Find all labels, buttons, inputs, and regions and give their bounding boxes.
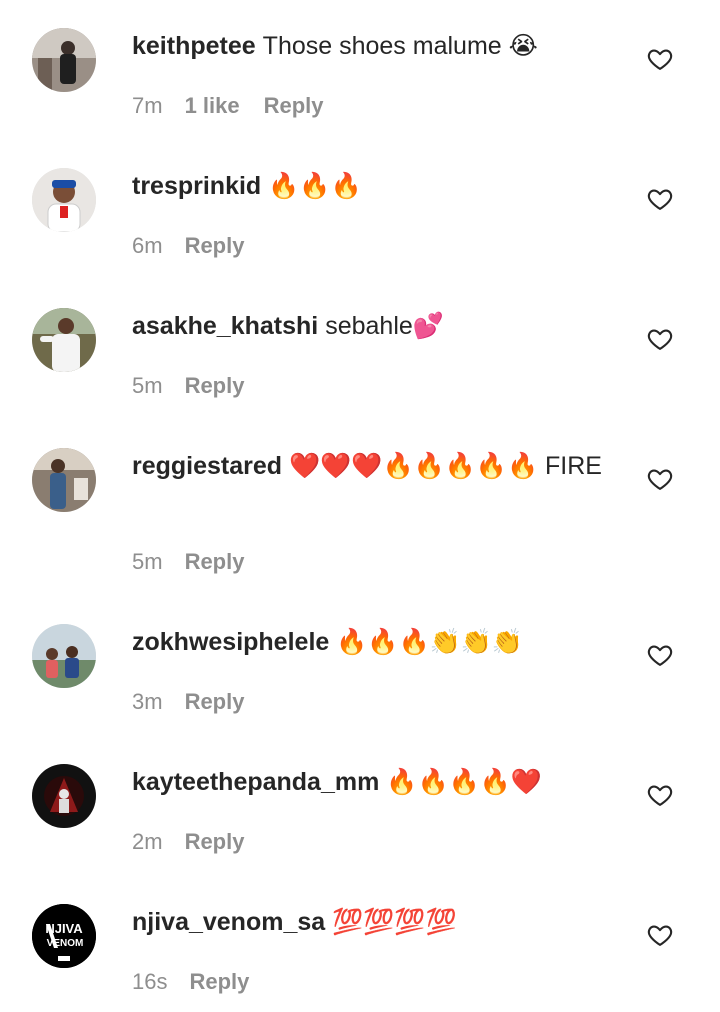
comment-time: 2m bbox=[132, 829, 163, 854]
reply-button[interactable]: Reply bbox=[264, 93, 324, 118]
comment-text: reggiestared ❤️❤️❤️🔥🔥🔥🔥🔥 FIRE bbox=[132, 448, 602, 484]
comment-time: 3m bbox=[132, 689, 163, 714]
comment-body: 🔥🔥🔥🔥❤️ bbox=[386, 768, 542, 796]
comment-text: njiva_venom_sa 💯💯💯💯 bbox=[132, 904, 602, 940]
comment-meta: 5m Reply bbox=[132, 372, 244, 400]
comment-body: sebahle💕 bbox=[325, 312, 444, 340]
avatar[interactable]: NJIVA VENOM bbox=[32, 904, 96, 968]
reply-button[interactable]: Reply bbox=[189, 969, 249, 994]
heart-outline-icon[interactable] bbox=[646, 465, 674, 493]
comment-time: 16s bbox=[132, 969, 168, 994]
reply-button[interactable]: Reply bbox=[185, 233, 245, 258]
reply-button[interactable]: Reply bbox=[185, 829, 245, 854]
reply-button[interactable]: Reply bbox=[185, 689, 245, 714]
comment-username[interactable]: njiva_venom_sa bbox=[132, 908, 325, 936]
heart-outline-icon[interactable] bbox=[646, 641, 674, 669]
avatar[interactable] bbox=[32, 624, 96, 688]
heart-outline-icon[interactable] bbox=[646, 45, 674, 73]
comment-meta: 3m Reply bbox=[132, 688, 244, 716]
comment-username[interactable]: asakhe_khatshi bbox=[132, 312, 318, 340]
reply-button[interactable]: Reply bbox=[185, 549, 245, 574]
comment-body: Those shoes malume 😭 bbox=[262, 32, 538, 60]
comment-text: kayteethepanda_mm 🔥🔥🔥🔥❤️ bbox=[132, 764, 602, 800]
reply-button[interactable]: Reply bbox=[185, 373, 245, 398]
comment-time: 5m bbox=[132, 549, 163, 574]
avatar[interactable] bbox=[32, 28, 96, 92]
heart-outline-icon[interactable] bbox=[646, 185, 674, 213]
comment-text: keithpetee Those shoes malume 😭 bbox=[132, 28, 602, 64]
comment-likes[interactable]: 1 like bbox=[185, 93, 240, 118]
comment-body: ❤️❤️❤️🔥🔥🔥🔥🔥 FIRE bbox=[289, 452, 602, 480]
comment-meta: 6m Reply bbox=[132, 232, 244, 260]
comment-time: 5m bbox=[132, 373, 163, 398]
comment-body: 💯💯💯💯 bbox=[332, 908, 457, 936]
comment-username[interactable]: tresprinkid bbox=[132, 172, 261, 200]
comment-username[interactable]: zokhwesiphelele bbox=[132, 628, 329, 656]
heart-outline-icon[interactable] bbox=[646, 325, 674, 353]
comment-text: zokhwesiphelele 🔥🔥🔥👏👏👏 bbox=[132, 624, 602, 660]
comment-time: 6m bbox=[132, 233, 163, 258]
comment-text: asakhe_khatshi sebahle💕 bbox=[132, 308, 602, 344]
comment-meta: 16s Reply bbox=[132, 968, 249, 996]
heart-outline-icon[interactable] bbox=[646, 921, 674, 949]
avatar[interactable] bbox=[32, 168, 96, 232]
comment-username[interactable]: keithpetee bbox=[132, 32, 256, 60]
comment-text: tresprinkid 🔥🔥🔥 bbox=[132, 168, 602, 204]
comment-meta: 5m Reply bbox=[132, 548, 244, 576]
comment-username[interactable]: reggiestared bbox=[132, 452, 282, 480]
comment-time: 7m bbox=[132, 93, 163, 118]
comment-body: 🔥🔥🔥 bbox=[268, 172, 362, 200]
heart-outline-icon[interactable] bbox=[646, 781, 674, 809]
comment-meta: 2m Reply bbox=[132, 828, 244, 856]
avatar[interactable] bbox=[32, 764, 96, 828]
comment-username[interactable]: kayteethepanda_mm bbox=[132, 768, 379, 796]
avatar[interactable] bbox=[32, 308, 96, 372]
avatar[interactable] bbox=[32, 448, 96, 512]
comment-body: 🔥🔥🔥👏👏👏 bbox=[336, 628, 524, 656]
comment-meta: 7m 1 like Reply bbox=[132, 92, 324, 120]
